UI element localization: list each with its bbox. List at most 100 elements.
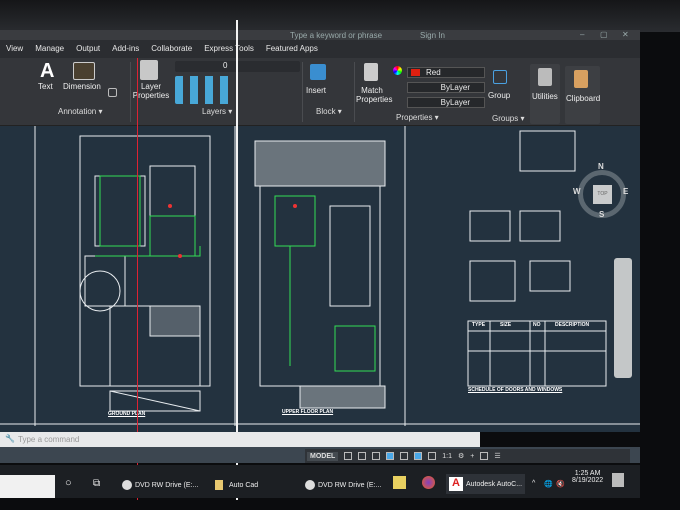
monitor-bezel [0,0,680,32]
drawing-canvas[interactable]: GROUND PLAN UPPER FLOOR PLAN SCHEDULE OF… [0,126,640,432]
utilities-button[interactable]: Utilities [532,92,558,101]
compass-n[interactable]: N [598,162,604,171]
clipboard-icon [574,70,588,88]
taskbar-item-autocad[interactable]: A Autodesk AutoC... [446,474,526,494]
osnap-icon[interactable] [400,452,409,460]
model-button[interactable]: MODEL [307,451,339,461]
taskbar: ○ ⧉ DVD RW Drive (E:... Auto Cad DVD RW … [0,465,640,498]
annotation-scale[interactable]: 1:1 [442,453,452,460]
command-line[interactable]: 🔧 Type a command [0,432,480,447]
date: 8/19/2022 [572,477,604,484]
layers-panel-label[interactable]: Layers ▾ [202,107,232,116]
text-button[interactable]: Text [38,82,53,91]
ribbon-tabs: View Manage Output Add-ins Collaborate E… [0,40,640,58]
ground-plan-label: GROUND PLAN [108,411,146,417]
wrench-icon[interactable]: 🔧 [5,434,15,443]
insert-button[interactable]: Insert [306,86,326,95]
autocad-icon: A [449,477,463,491]
linetype-dropdown[interactable]: ByLayer [407,82,485,93]
insert-icon [310,64,326,80]
color-wheel-icon [393,66,402,75]
divider [130,62,131,122]
viewcube-top[interactable]: TOP [593,185,612,204]
close-button[interactable]: ✕ [622,30,629,39]
disc-icon [305,480,315,490]
navigation-bar[interactable] [614,258,632,378]
color-dropdown[interactable]: Red [407,67,485,78]
dimension-icon [73,62,95,80]
tab-featured-apps[interactable]: Featured Apps [260,40,324,58]
red-swatch [411,69,420,76]
fullscreen-icon[interactable] [480,452,489,460]
tab-express-tools[interactable]: Express Tools [198,40,260,58]
text-icon: A [40,60,55,82]
taskbar-item-dvd-2[interactable]: DVD RW Drive (E:... [305,480,381,490]
dimension-button[interactable]: Dimension [63,82,101,91]
sticky-notes-icon[interactable] [393,476,406,489]
time: 1:25 AM [574,470,601,477]
tray-chevron-icon[interactable]: ^ [532,480,535,487]
groups-panel-label[interactable]: Groups ▾ [492,114,524,123]
upper-floor-plan-label: UPPER FLOOR PLAN [282,409,334,415]
schedule-header-type: TYPE [472,322,486,328]
match-properties-button[interactable]: Match Properties [356,86,392,104]
sign-in-button[interactable]: Sign In [420,31,445,40]
match-properties-icon [364,63,378,81]
cortana-icon[interactable]: ○ [65,477,72,489]
schedule-header-description: DESCRIPTION [555,322,590,328]
crosshair-vertical [236,20,238,500]
minimize-button[interactable]: ‒ [580,30,584,39]
compass-e[interactable]: E [623,187,628,196]
schedule-header-no: NO [533,322,541,328]
otrack-icon[interactable] [414,452,423,460]
annotation-visibility-icon[interactable] [428,452,437,460]
table-icon[interactable] [108,88,117,97]
current-layer: 0 [223,61,228,70]
lineweight-dropdown[interactable]: ByLayer [407,97,485,108]
notifications-icon[interactable] [612,473,624,487]
compass-w[interactable]: W [573,187,581,196]
tab-collaborate[interactable]: Collaborate [145,40,198,58]
tab-output[interactable]: Output [70,40,106,58]
tab-manage[interactable]: Manage [29,40,70,58]
layer-tools-icons[interactable] [175,76,235,104]
status-bar: MODEL 1:1 ⚙ + ☰ [305,449,630,463]
annotation-panel-label[interactable]: Annotation ▾ [58,107,103,116]
layer-properties-icon [140,60,158,80]
taskbar-item-autocad-folder[interactable]: Auto Cad [215,480,258,490]
group-button[interactable]: Group [488,91,510,100]
viewcube[interactable]: TOP N S E W [573,162,628,219]
customize-menu-icon[interactable]: ☰ [494,452,500,460]
ribbon-panel: A Text Dimension Annotation ▾ Layer Prop… [0,58,640,126]
properties-panel-label[interactable]: Properties ▾ [396,113,439,122]
block-panel-label[interactable]: Block ▾ [316,107,342,116]
grid-icon[interactable] [344,452,353,460]
plus-icon[interactable]: + [470,453,474,460]
schedule-title: SCHEDULE OF DOORS AND WINDOWS [468,387,563,393]
clock[interactable]: 1:25 AM 8/19/2022 [572,470,603,484]
ortho-icon[interactable] [372,452,381,460]
gear-icon[interactable]: ⚙ [458,452,464,460]
tab-view[interactable]: View [0,40,29,58]
disc-icon [122,480,132,490]
tab-add-ins[interactable]: Add-ins [106,40,145,58]
command-input[interactable]: Type a command [18,435,79,444]
compass-s[interactable]: S [599,210,604,219]
snap-icon[interactable] [358,452,367,460]
polar-icon[interactable] [386,452,395,460]
maximize-button[interactable]: ▢ [600,30,608,39]
divider [354,62,355,122]
network-icon[interactable]: 🌐 [544,480,553,488]
taskbar-search[interactable] [0,475,55,498]
volume-icon[interactable]: 🔇 [556,480,565,488]
firefox-icon[interactable] [422,476,435,489]
schedule-header-size: SIZE [500,322,512,328]
folder-icon [215,480,223,490]
taskbar-item-dvd-1[interactable]: DVD RW Drive (E:... [122,480,198,490]
search-input[interactable]: Type a keyword or phrase [290,31,382,40]
group-icon [493,70,507,84]
task-view-icon[interactable]: ⧉ [93,478,100,489]
divider [302,62,303,122]
clipboard-button[interactable]: Clipboard [566,94,600,103]
calculator-icon [538,68,552,86]
